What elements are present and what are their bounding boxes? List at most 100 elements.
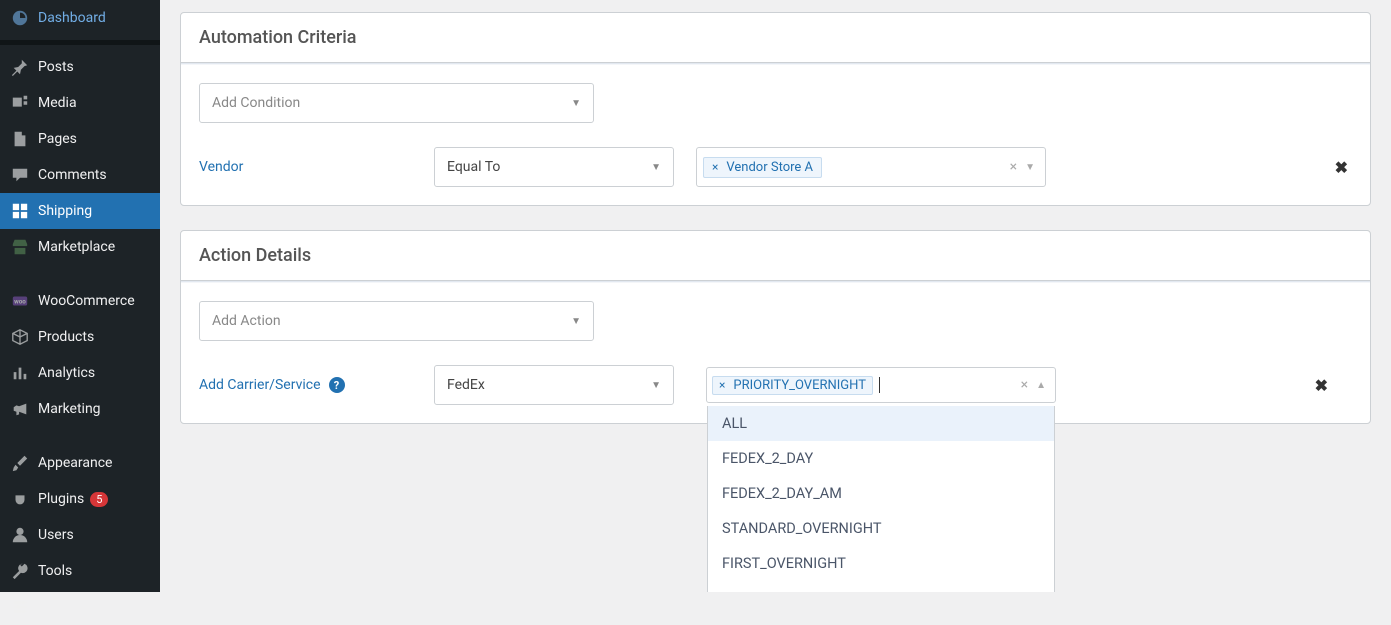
chevron-down-icon: ▼ — [651, 380, 661, 391]
sidebar-item-label: Products — [38, 329, 94, 345]
woocommerce-icon: woo — [10, 291, 30, 311]
panel-title: Action Details — [199, 245, 1352, 266]
main-content: Automation Criteria Add Condition ▼ Vend… — [160, 0, 1391, 592]
sidebar-item-label: Settings — [38, 599, 89, 615]
sidebar-item-posts[interactable]: Posts — [0, 49, 160, 85]
sidebar-separator — [0, 40, 160, 45]
sidebar-item-settings[interactable]: Settings — [0, 589, 160, 625]
carrier-select[interactable]: FedEx ▼ — [434, 365, 674, 405]
sidebar-item-marketing[interactable]: Marketing — [0, 391, 160, 427]
tag-label: PRIORITY_OVERNIGHT — [733, 378, 866, 393]
chevron-down-icon[interactable]: ▼ — [1021, 162, 1039, 173]
marketing-icon — [10, 399, 30, 419]
vendor-value-select[interactable]: × Vendor Store A × ▼ — [696, 147, 1046, 187]
panel-header: Action Details — [181, 231, 1370, 281]
sidebar-item-label: Marketing — [38, 401, 101, 417]
settings-icon — [10, 597, 30, 617]
sidebar-item-label: Tools — [38, 563, 72, 579]
sidebar-item-label: Plugins — [38, 491, 84, 507]
brush-icon — [10, 453, 30, 473]
dashboard-icon — [10, 8, 30, 28]
selected-tag: × PRIORITY_OVERNIGHT — [712, 376, 873, 395]
row-right: × PRIORITY_OVERNIGHT × ▲ ALL FEDEX_2_DAY… — [674, 367, 1352, 403]
help-icon[interactable]: ? — [329, 377, 345, 393]
sidebar-item-pages[interactable]: Pages — [0, 121, 160, 157]
action-details-panel: Action Details Add Action ▼ Add Carrier/… — [180, 230, 1371, 424]
sidebar-item-dashboard[interactable]: Dashboard — [0, 0, 160, 36]
analytics-icon — [10, 363, 30, 383]
add-condition-select[interactable]: Add Condition ▼ — [199, 83, 594, 123]
select-placeholder: Add Action — [212, 313, 281, 329]
sidebar-item-label: Pages — [38, 131, 77, 147]
clear-icon[interactable]: × — [1017, 377, 1032, 393]
chevron-down-icon: ▼ — [571, 316, 581, 327]
sidebar-item-label: Appearance — [38, 455, 112, 471]
sidebar-item-users[interactable]: Users — [0, 517, 160, 553]
sidebar-item-tools[interactable]: Tools — [0, 553, 160, 589]
tools-icon — [10, 561, 30, 581]
sidebar-item-shipping[interactable]: Shipping — [0, 193, 160, 229]
dropdown-option[interactable]: FEDEX_EXPRESS_SAVER — [708, 581, 1054, 592]
users-icon — [10, 525, 30, 545]
condition-label: Vendor — [199, 159, 434, 175]
selected-tag: × Vendor Store A — [703, 157, 822, 178]
sidebar-item-products[interactable]: Products — [0, 319, 160, 355]
svg-text:woo: woo — [14, 298, 26, 306]
chevron-down-icon: ▼ — [571, 98, 581, 109]
select-value: FedEx — [447, 377, 485, 393]
dropdown-option[interactable]: ALL — [708, 406, 1054, 441]
pages-icon — [10, 129, 30, 149]
panel-body: Add Action ▼ Add Carrier/Service ? FedEx… — [181, 283, 1370, 423]
text-cursor — [879, 377, 880, 393]
service-multiselect[interactable]: × PRIORITY_OVERNIGHT × ▲ ALL FEDEX_2_DAY… — [706, 367, 1056, 403]
sidebar-item-label: Users — [38, 527, 74, 543]
select-placeholder: Add Condition — [212, 95, 300, 111]
chevron-down-icon: ▼ — [651, 162, 661, 173]
sidebar-item-label: WooCommerce — [38, 293, 135, 309]
action-row: Add Carrier/Service ? FedEx ▼ × PRIORITY… — [199, 365, 1352, 405]
sidebar-item-media[interactable]: Media — [0, 85, 160, 121]
action-label: Add Carrier/Service ? — [199, 377, 434, 393]
sidebar-item-woocommerce[interactable]: woo WooCommerce — [0, 283, 160, 319]
pin-icon — [10, 57, 30, 77]
media-icon — [10, 93, 30, 113]
select-value: Equal To — [447, 159, 500, 175]
remove-tag-icon[interactable]: × — [715, 378, 729, 392]
operator-select[interactable]: Equal To ▼ — [434, 147, 674, 187]
sidebar-item-comments[interactable]: Comments — [0, 157, 160, 193]
condition-row: Vendor Equal To ▼ × Vendor Store A × ▼ — [199, 147, 1352, 187]
row-right: × Vendor Store A × ▼ ✖ — [674, 147, 1352, 187]
sidebar-item-label: Comments — [38, 167, 107, 183]
service-dropdown: ALL FEDEX_2_DAY FEDEX_2_DAY_AM STANDARD_… — [707, 406, 1055, 592]
panel-header: Automation Criteria — [181, 13, 1370, 63]
sidebar-item-label: Analytics — [38, 365, 95, 381]
automation-criteria-panel: Automation Criteria Add Condition ▼ Vend… — [180, 12, 1371, 206]
plugin-update-badge: 5 — [90, 492, 108, 507]
products-icon — [10, 327, 30, 347]
shipping-icon — [10, 201, 30, 221]
add-action-select[interactable]: Add Action ▼ — [199, 301, 594, 341]
dropdown-option[interactable]: FIRST_OVERNIGHT — [708, 546, 1054, 581]
admin-sidebar: Dashboard Posts Media Pages Comments Shi… — [0, 0, 160, 592]
sidebar-item-label: Shipping — [38, 203, 92, 219]
dropdown-option[interactable]: FEDEX_2_DAY — [708, 441, 1054, 476]
dropdown-option[interactable]: FEDEX_2_DAY_AM — [708, 476, 1054, 511]
chevron-up-icon[interactable]: ▲ — [1032, 380, 1050, 391]
sidebar-item-marketplace[interactable]: Marketplace — [0, 229, 160, 265]
sidebar-item-plugins[interactable]: Plugins 5 — [0, 481, 160, 517]
sidebar-item-appearance[interactable]: Appearance — [0, 445, 160, 481]
clear-icon[interactable]: × — [1006, 159, 1021, 175]
sidebar-item-label: Posts — [38, 59, 74, 75]
sidebar-item-analytics[interactable]: Analytics — [0, 355, 160, 391]
dropdown-option[interactable]: STANDARD_OVERNIGHT — [708, 511, 1054, 546]
sidebar-spacer — [0, 427, 160, 445]
remove-action-button[interactable]: ✖ — [1311, 376, 1332, 395]
sidebar-item-label: Dashboard — [38, 10, 106, 26]
remove-condition-button[interactable]: ✖ — [1331, 158, 1352, 177]
panel-title: Automation Criteria — [199, 27, 1352, 48]
remove-tag-icon[interactable]: × — [708, 160, 722, 174]
sidebar-spacer — [0, 265, 160, 283]
sidebar-item-label: Marketplace — [38, 239, 115, 255]
marketplace-icon — [10, 237, 30, 257]
action-label-text: Add Carrier/Service — [199, 377, 321, 393]
